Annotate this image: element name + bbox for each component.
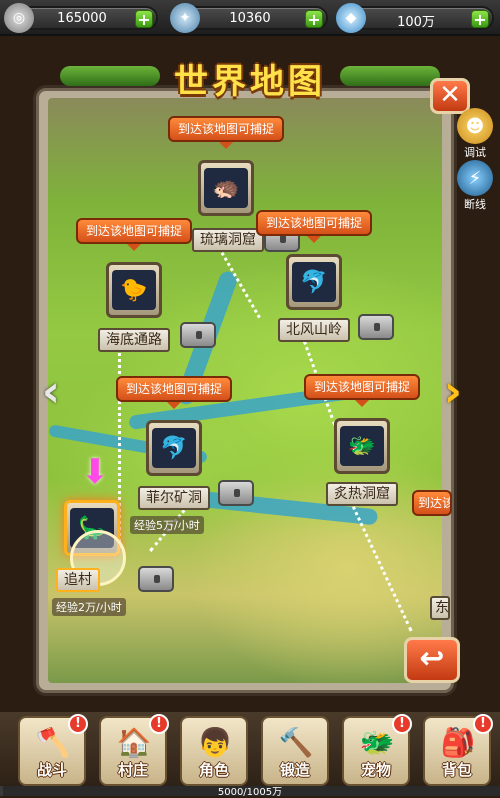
nav-label: 村庄 — [117, 761, 148, 779]
nav-forge[interactable]: 🔨 锻造 — [261, 716, 329, 786]
alert-badge: ! — [68, 714, 88, 734]
title-banner: 世界地图 — [60, 52, 440, 104]
nav-village[interactable]: 🏠 村庄 ! — [99, 714, 169, 786]
character-icon: 👦 — [197, 725, 233, 759]
node-label: 菲尔矿洞 — [138, 486, 210, 510]
disconnect-label: 断线 — [464, 198, 486, 211]
catch-bubble: 到达该地图可捕捉 — [304, 374, 421, 407]
add-crystal-button[interactable]: + — [305, 10, 323, 28]
map-node-seabed-passage[interactable]: 🐤 — [106, 262, 162, 318]
current-location-arrow-icon: ⬇ — [80, 452, 110, 492]
catch-bubble: 到达该地图可捕捉 — [168, 116, 285, 149]
diamond-resource: ◆ 100万 + — [336, 3, 494, 33]
coin-icon: ◎ — [4, 3, 34, 33]
monster-icon: 🐲 — [340, 426, 384, 466]
debug-icon: ☻ — [457, 108, 493, 144]
leaf-ornament — [60, 66, 160, 86]
treasure-chest-icon[interactable] — [358, 314, 394, 340]
treasure-chest-icon[interactable] — [138, 566, 174, 592]
nav-backpack[interactable]: 🎒 背包 ! — [423, 714, 493, 786]
diamond-value: 100万 — [397, 15, 435, 30]
treasure-chest-icon[interactable] — [218, 480, 254, 506]
node-label: 炙热洞窟 — [326, 482, 398, 506]
path — [346, 494, 413, 632]
debug-button[interactable]: ☻ 调试 — [454, 108, 496, 160]
nav-battle[interactable]: 🪓 战斗 ! — [18, 714, 88, 786]
monster-icon: 🦔 — [204, 168, 248, 208]
nav-label: 背包 — [441, 761, 472, 779]
nav-label: 宠物 — [360, 761, 391, 779]
map-node-liuli-cave[interactable]: 🦔 — [198, 160, 254, 216]
xp-bar: 5000/1005万 — [0, 786, 500, 798]
map-node-north-wind-ridge[interactable]: 🐬 — [286, 254, 342, 310]
disconnect-button[interactable]: ⚡ 断线 — [454, 160, 496, 212]
forge-hammer-icon: 🔨 — [278, 725, 314, 759]
catch-bubble: 到达该地图可捕捉 — [116, 376, 233, 409]
node-label: 北风山岭 — [278, 318, 350, 342]
coin-resource: ◎ 165000 + — [4, 3, 158, 33]
treasure-chest-icon[interactable] — [180, 322, 216, 348]
alert-badge: ! — [392, 714, 412, 734]
alert-badge: ! — [473, 714, 493, 734]
catch-bubble: 到达该地图可捕捉 — [256, 210, 373, 243]
catch-bubble: 到达该地图可捕捉 — [412, 490, 452, 516]
nav-pet[interactable]: 🐲 宠物 ! — [342, 714, 412, 786]
monster-icon: 🐤 — [112, 270, 156, 310]
debug-label: 调试 — [464, 146, 486, 159]
resource-bar: ◎ 165000 + ✦ 10360 + ◆ 100万 + — [0, 0, 500, 36]
add-coin-button[interactable]: + — [135, 10, 153, 28]
catch-bubble: 到达该地图可捕捉 — [76, 218, 193, 251]
diamond-icon: ◆ — [336, 3, 366, 33]
next-map-arrow[interactable]: › — [436, 370, 470, 418]
nav-label: 战斗 — [36, 761, 67, 779]
exp-rate: 经验5万/小时 — [130, 516, 204, 534]
page-title: 世界地图 — [174, 61, 326, 102]
leaf-ornament — [340, 66, 440, 86]
alert-badge: ! — [149, 714, 169, 734]
map-node-blazing-cave[interactable]: 🐲 — [334, 418, 390, 474]
node-label: 东 — [430, 596, 450, 620]
disconnect-icon: ⚡ — [457, 160, 493, 196]
add-diamond-button[interactable]: + — [471, 10, 489, 28]
monster-icon: 🐬 — [292, 262, 336, 302]
crystal-icon: ✦ — [170, 3, 200, 33]
node-label: 追村 — [56, 568, 100, 592]
nav-label: 锻造 — [279, 761, 310, 779]
nav-character[interactable]: 👦 角色 — [180, 716, 248, 786]
map-node-fier-mine[interactable]: 🐬 — [146, 420, 202, 476]
node-label: 琉璃洞窟 — [192, 228, 264, 252]
exp-rate: 经验2万/小时 — [52, 598, 126, 616]
back-button[interactable]: ↩ — [404, 637, 460, 683]
coin-value: 165000 — [57, 11, 107, 26]
node-label: 海底通路 — [98, 328, 170, 352]
crystal-value: 10360 — [229, 11, 271, 26]
nav-label: 角色 — [198, 761, 229, 779]
monster-icon: 🐬 — [152, 428, 196, 468]
prev-map-arrow[interactable]: ‹ — [34, 370, 68, 418]
crystal-resource: ✦ 10360 + — [170, 3, 328, 33]
